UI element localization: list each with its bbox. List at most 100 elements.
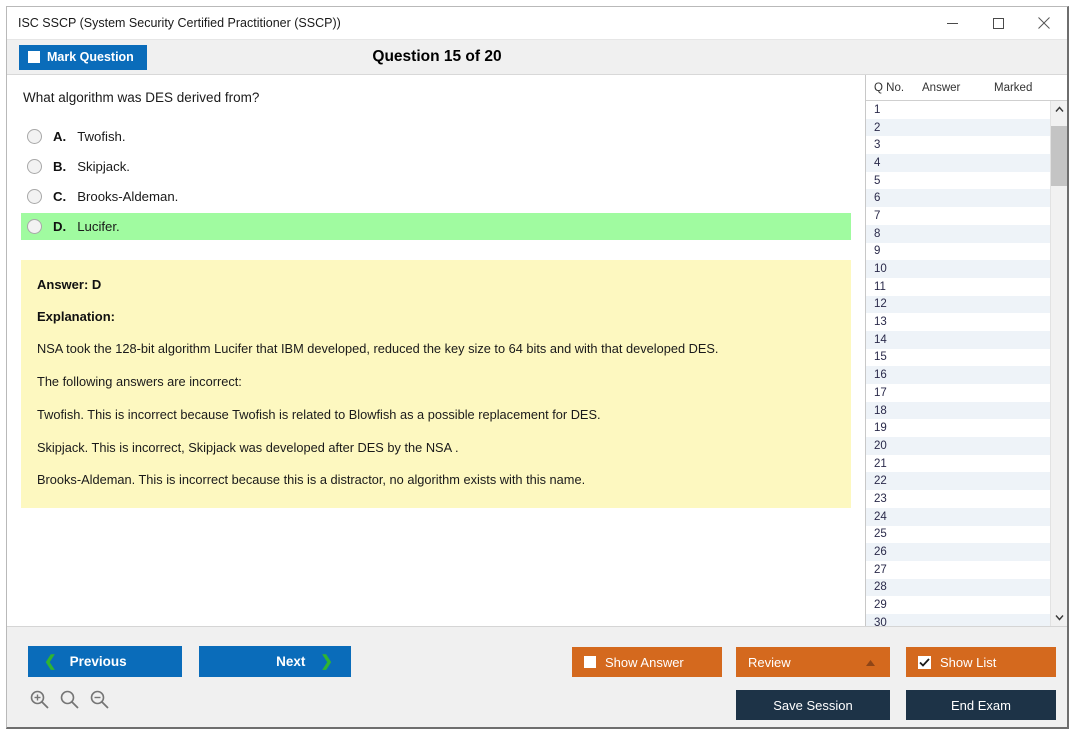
question-list-row[interactable]: 18	[866, 401, 1050, 420]
question-list-row[interactable]: 24	[866, 507, 1050, 526]
close-icon[interactable]	[1021, 7, 1067, 39]
row-question-number: 7	[874, 209, 881, 222]
option-text: Skipjack.	[77, 158, 130, 174]
previous-button[interactable]: ❮ Previous	[28, 646, 182, 677]
question-list-row[interactable]: 21	[866, 455, 1050, 473]
previous-label: Previous	[69, 654, 127, 669]
question-list-row[interactable]: 3	[866, 136, 1050, 154]
option-letter: B.	[53, 158, 67, 174]
window-controls	[929, 7, 1067, 39]
question-list-row[interactable]: 16	[866, 366, 1050, 384]
question-list-row[interactable]: 14	[866, 330, 1050, 349]
question-list-row[interactable]: 10	[866, 260, 1050, 278]
option-letter: C.	[53, 188, 67, 204]
question-list-row[interactable]: 1	[866, 101, 1050, 119]
answer-option-c[interactable]: C. Brooks-Aldeman.	[7, 183, 865, 210]
zoom-in-icon[interactable]	[29, 689, 50, 715]
question-list-row[interactable]: 5	[866, 172, 1050, 190]
question-list-row[interactable]: 28	[866, 578, 1050, 597]
question-list-row[interactable]: 19	[866, 419, 1050, 437]
question-text: What algorithm was DES derived from?	[23, 90, 260, 105]
question-list-row[interactable]: 2	[866, 118, 1050, 137]
radio-button-icon[interactable]	[27, 128, 42, 144]
row-question-number: 21	[874, 457, 887, 470]
answer-option-d[interactable]: D. Lucifer.	[21, 212, 851, 240]
question-list-row[interactable]: 9	[866, 243, 1050, 261]
row-question-number: 10	[874, 263, 887, 276]
question-list-row[interactable]: 26	[866, 543, 1050, 561]
row-question-number: 22	[874, 475, 887, 488]
question-list-row[interactable]: 27	[866, 561, 1050, 579]
row-question-number: 13	[874, 316, 887, 329]
row-question-number: 12	[874, 298, 887, 311]
mark-question-button[interactable]: Mark Question	[19, 44, 147, 70]
row-question-number: 6	[874, 192, 881, 205]
question-list-row[interactable]: 29	[866, 596, 1050, 614]
review-label: Review	[748, 654, 791, 670]
question-list-row[interactable]: 20	[866, 437, 1050, 455]
question-list-scrollbar[interactable]	[1050, 101, 1067, 626]
column-header-qno: Q No.	[874, 81, 905, 94]
next-label: Next	[276, 654, 306, 669]
question-list-scroll-wrap: 1 2 3 4 5 6 7 8 9 10 11 12 13 14 15 16 17 18 19 20 21 22 23 24 2…	[866, 101, 1067, 626]
row-question-number: 19	[874, 422, 887, 435]
question-list-row[interactable]: 8	[866, 224, 1050, 243]
end-exam-label: End Exam	[951, 697, 1011, 713]
scrollbar-thumb[interactable]	[1050, 126, 1067, 186]
question-list-rows: 1 2 3 4 5 6 7 8 9 10 11 12 13 14 15 16 17 18 19 20 21 22 23 24 2…	[866, 101, 1050, 626]
question-list-row[interactable]: 22	[866, 472, 1050, 491]
row-question-number: 15	[874, 351, 887, 364]
row-question-number: 20	[874, 439, 887, 452]
radio-button-icon[interactable]	[27, 188, 42, 204]
mark-question-checkbox-icon	[28, 51, 40, 63]
question-list-row[interactable]: 15	[866, 349, 1050, 367]
end-exam-button[interactable]: End Exam	[906, 690, 1056, 720]
question-list-row[interactable]: 13	[866, 313, 1050, 331]
show-list-label: Show List	[940, 654, 997, 670]
column-header-marked: Marked	[994, 81, 1033, 94]
zoom-controls	[29, 689, 110, 715]
radio-button-icon[interactable]	[27, 158, 42, 174]
minimize-icon[interactable]	[929, 7, 975, 39]
maximize-icon[interactable]	[975, 7, 1021, 39]
show-answer-button[interactable]: Show Answer	[572, 647, 722, 677]
save-session-button[interactable]: Save Session	[736, 690, 890, 720]
chevron-left-icon: ❮	[44, 653, 57, 670]
question-content-pane: What algorithm was DES derived from? A. T…	[7, 75, 865, 626]
answer-option-a[interactable]: A. Twofish.	[7, 123, 865, 150]
scroll-up-arrow-icon[interactable]	[1050, 101, 1067, 118]
row-question-number: 25	[874, 528, 887, 541]
next-button[interactable]: Next ❯	[199, 646, 351, 677]
row-question-number: 26	[874, 546, 887, 559]
row-question-number: 3	[874, 139, 881, 152]
show-answer-label: Show Answer	[605, 654, 684, 670]
question-list-row[interactable]: 4	[866, 154, 1050, 172]
question-list-row[interactable]: 12	[866, 295, 1050, 314]
row-question-number: 14	[874, 333, 887, 346]
zoom-reset-icon[interactable]	[59, 689, 80, 715]
scrollbar-track[interactable]	[1050, 118, 1067, 609]
option-letter: A.	[53, 128, 67, 144]
answer-option-b[interactable]: B. Skipjack.	[7, 153, 865, 180]
question-list-row[interactable]: 7	[866, 207, 1050, 225]
save-session-label: Save Session	[773, 697, 853, 713]
question-list-row[interactable]: 17	[866, 384, 1050, 402]
column-header-answer: Answer	[922, 81, 961, 94]
scroll-down-arrow-icon[interactable]	[1050, 609, 1067, 626]
question-list-row[interactable]: 11	[866, 278, 1050, 296]
show-list-button[interactable]: Show List	[906, 647, 1056, 677]
question-list-row[interactable]: 25	[866, 526, 1050, 544]
explanation-line: NSA took the 128-bit algorithm Lucifer t…	[37, 340, 719, 356]
answer-label: Answer: D	[37, 276, 102, 292]
row-question-number: 27	[874, 563, 887, 576]
radio-button-icon[interactable]	[27, 218, 42, 234]
question-list-row[interactable]: 30	[866, 613, 1050, 626]
question-list-row[interactable]: 23	[866, 490, 1050, 508]
row-question-number: 29	[874, 599, 887, 612]
zoom-out-icon[interactable]	[89, 689, 110, 715]
row-question-number: 2	[874, 121, 881, 134]
question-list-row[interactable]: 6	[866, 189, 1050, 208]
review-dropdown-button[interactable]: Review	[736, 647, 890, 677]
row-question-number: 24	[874, 510, 887, 523]
show-list-checkbox-icon	[918, 655, 931, 669]
